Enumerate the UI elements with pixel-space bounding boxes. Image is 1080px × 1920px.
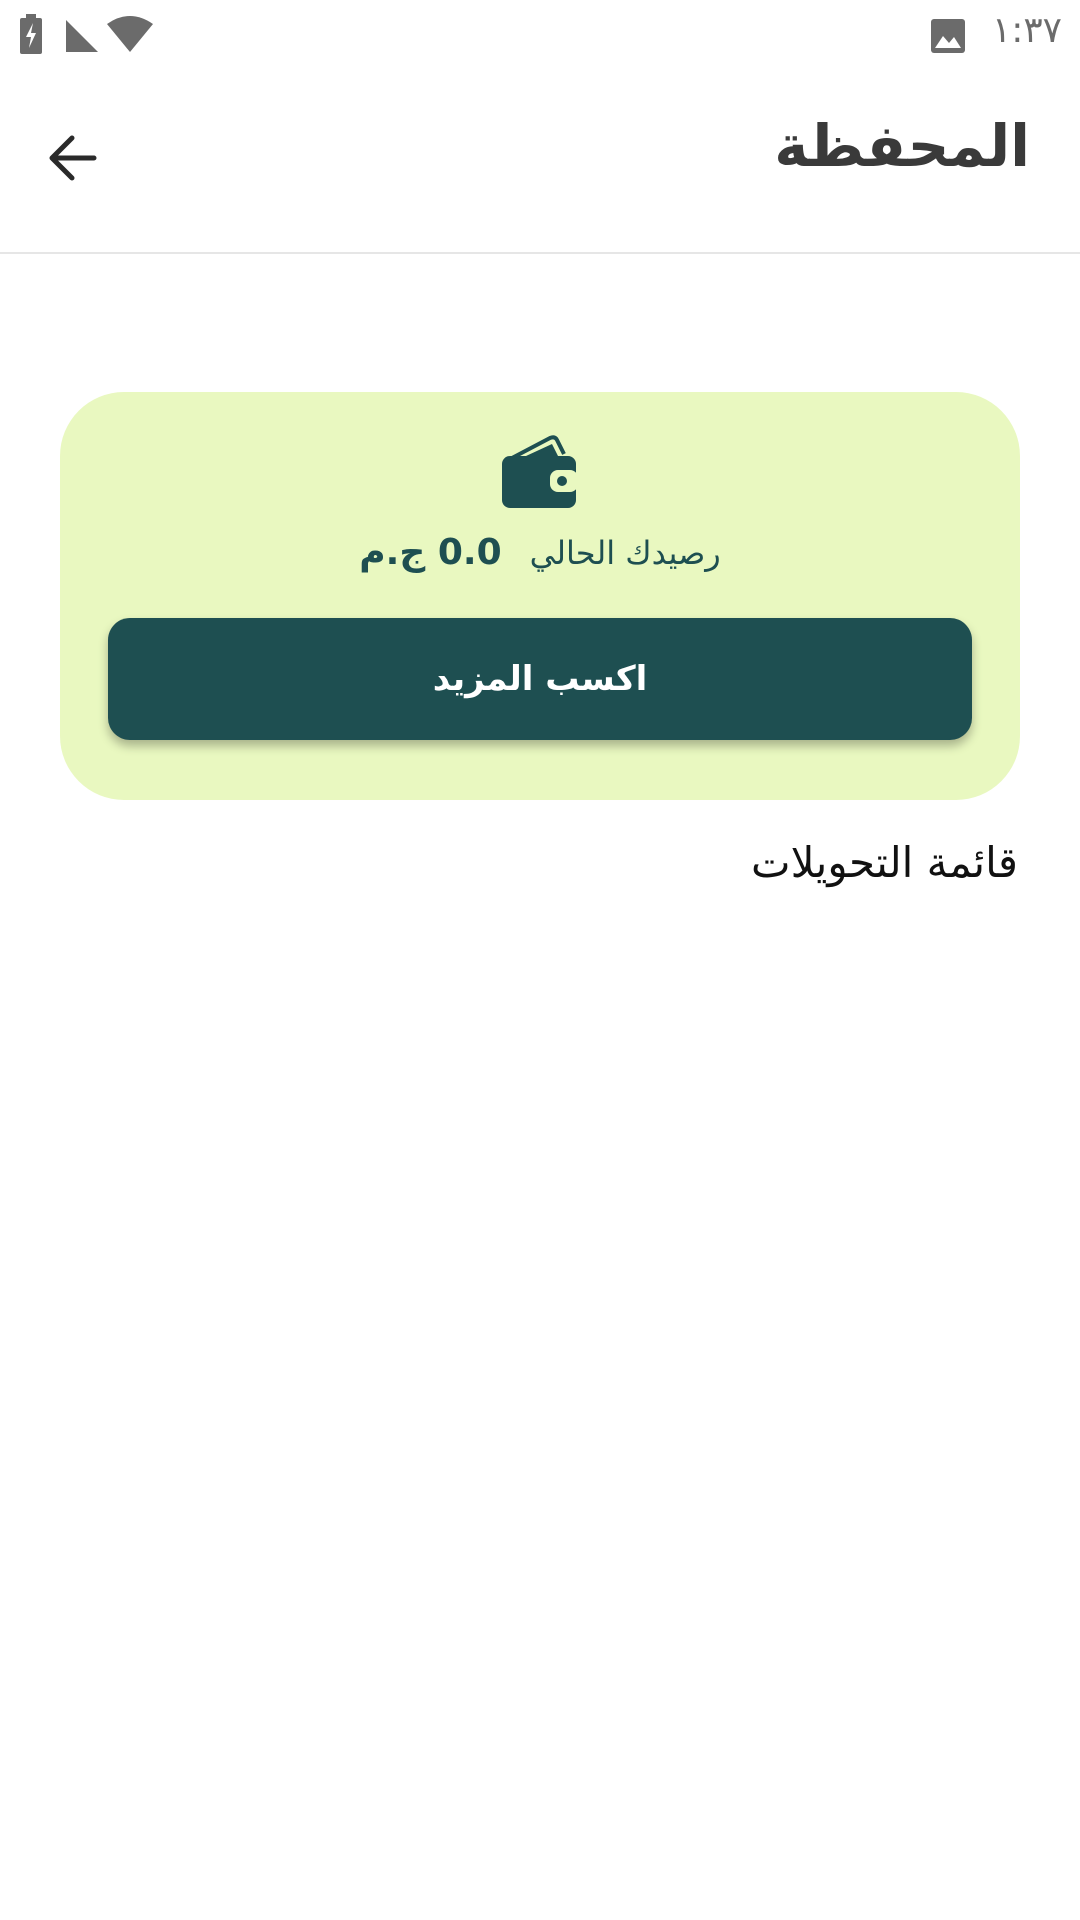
balance-label: رصيدك الحالي <box>529 534 721 572</box>
earn-more-button[interactable]: اكسب المزيد <box>108 618 972 740</box>
wifi-icon <box>106 16 154 58</box>
wallet-balance-card: رصيدك الحالي 0.0 ج.م اكسب المزيد <box>60 392 1020 800</box>
battery-charging-icon <box>18 14 44 58</box>
arrow-back-icon <box>44 130 100 190</box>
balance-value: 0.0 ج.م <box>359 532 502 573</box>
image-notification-icon <box>930 18 966 58</box>
page-title: المحفظة <box>774 112 1030 180</box>
transactions-list <box>60 910 1020 1810</box>
status-time: ١:٣٧ <box>991 10 1062 51</box>
status-bar: ١:٣٧ <box>0 0 1080 72</box>
signal-icon <box>64 18 100 58</box>
back-button[interactable] <box>36 124 108 196</box>
balance-row: رصيدك الحالي 0.0 ج.م <box>60 532 1020 573</box>
app-bar: المحفظة <box>0 72 1080 254</box>
transactions-list-title: قائمة التحويلات <box>751 838 1018 887</box>
wallet-icon <box>500 434 580 510</box>
